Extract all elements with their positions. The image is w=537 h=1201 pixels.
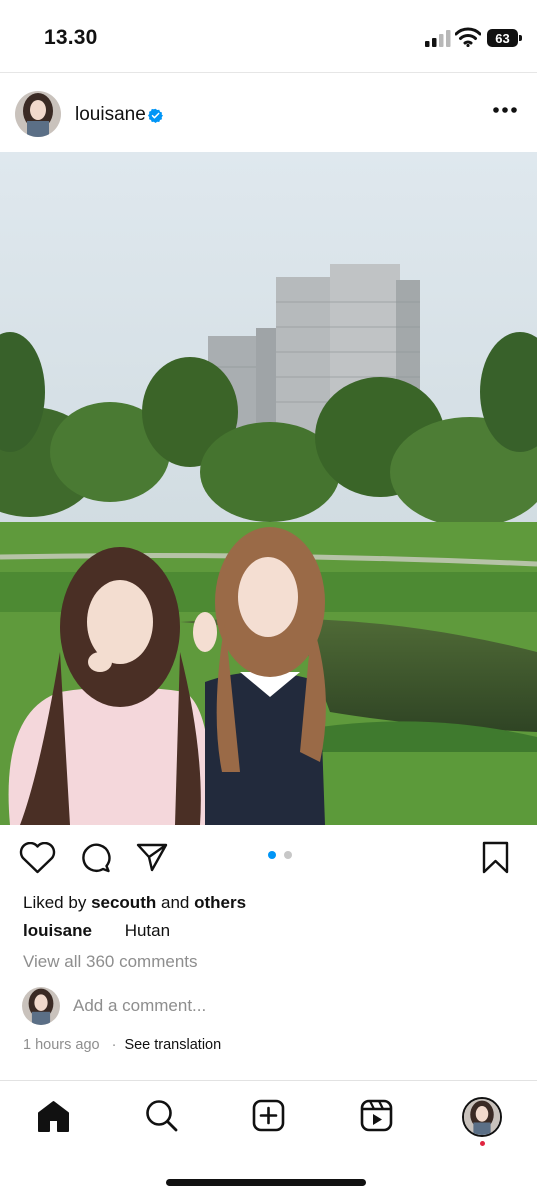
status-bar: 13.30 63 bbox=[0, 0, 537, 72]
status-time: 13.30 bbox=[44, 26, 98, 49]
bookmark-icon[interactable] bbox=[482, 841, 509, 874]
post-meta: 1 hours ago · See translation bbox=[23, 1037, 221, 1053]
liked-by-others[interactable]: others bbox=[194, 893, 246, 912]
home-indicator bbox=[166, 1179, 366, 1186]
post-photo[interactable] bbox=[0, 152, 537, 825]
share-icon[interactable] bbox=[136, 842, 168, 872]
post-time: 1 hours ago bbox=[23, 1037, 100, 1053]
see-translation-link[interactable]: See translation bbox=[124, 1037, 221, 1053]
author-avatar[interactable] bbox=[15, 91, 61, 137]
verified-badge-icon bbox=[148, 108, 163, 123]
profile-avatar[interactable] bbox=[462, 1097, 502, 1137]
meta-separator: · bbox=[111, 1037, 117, 1053]
home-icon[interactable] bbox=[37, 1100, 70, 1132]
heart-icon[interactable] bbox=[19, 842, 56, 874]
liked-by-user[interactable]: secouth bbox=[91, 893, 156, 912]
carousel-dot-active bbox=[268, 851, 276, 859]
battery-level: 63 bbox=[495, 30, 510, 46]
reels-icon[interactable] bbox=[360, 1099, 393, 1132]
view-comments-link[interactable]: View all 360 comments bbox=[23, 952, 198, 972]
caption-text: Hutan bbox=[124, 921, 171, 940]
post-username[interactable]: louisane bbox=[75, 104, 146, 126]
caption-username[interactable]: louisane bbox=[23, 921, 92, 940]
current-user-avatar bbox=[22, 987, 60, 1025]
likes-line: Liked by secouth and others bbox=[23, 893, 246, 913]
cellular-signal-icon bbox=[425, 30, 451, 47]
comment-icon[interactable] bbox=[79, 842, 111, 874]
create-icon[interactable] bbox=[252, 1099, 285, 1132]
liked-by-and: and bbox=[160, 893, 190, 912]
search-icon[interactable] bbox=[145, 1099, 178, 1132]
more-horizontal-icon[interactable] bbox=[492, 106, 518, 114]
battery-indicator: 63 bbox=[487, 29, 522, 47]
caption: louisane Hutan bbox=[23, 921, 170, 941]
liked-by-prefix: Liked by bbox=[23, 893, 87, 912]
wifi-icon bbox=[455, 27, 481, 47]
notification-dot bbox=[480, 1141, 485, 1146]
add-comment-input[interactable]: Add a comment... bbox=[73, 996, 206, 1016]
carousel-dot bbox=[284, 851, 292, 859]
